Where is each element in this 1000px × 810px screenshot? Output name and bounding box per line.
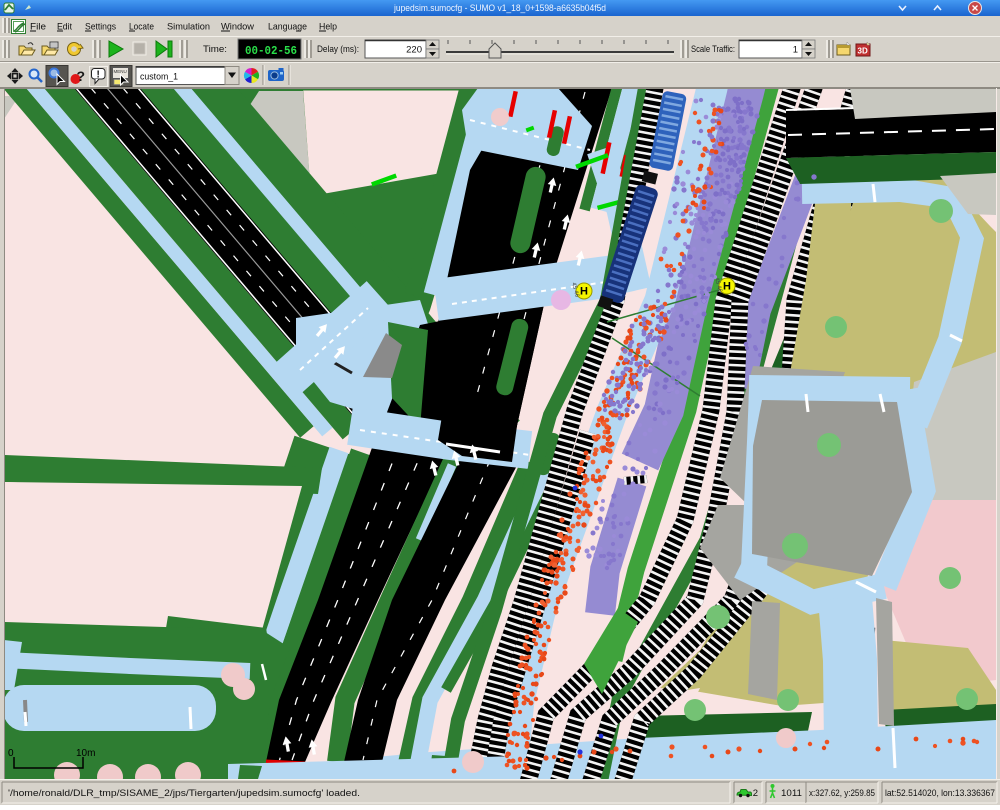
svg-text:H: H: [723, 281, 731, 293]
svg-text:00-02-56: 00-02-56: [245, 44, 297, 58]
svg-text:?: ?: [77, 68, 86, 84]
svg-text:2: 2: [753, 788, 758, 799]
svg-text:1011: 1011: [781, 788, 802, 799]
svg-text:1: 1: [793, 45, 798, 56]
svg-text:H: H: [580, 286, 588, 298]
svg-text:!: !: [97, 70, 100, 81]
svg-text:220: 220: [406, 45, 422, 56]
svg-text:Language: Language: [268, 22, 307, 33]
svg-text:lat:52.514020, lon:13.336367: lat:52.514020, lon:13.336367: [885, 788, 995, 799]
svg-text:MENU: MENU: [114, 69, 127, 74]
svg-text:0: 0: [8, 748, 14, 759]
svg-text:Time:: Time:: [203, 44, 227, 55]
svg-text:3D: 3D: [858, 47, 868, 56]
svg-text:10m: 10m: [76, 748, 95, 759]
svg-text:custom_1: custom_1: [140, 72, 178, 83]
svg-text:jupedsim.sumocfg - SUMO v1_18_: jupedsim.sumocfg - SUMO v1_18_0+1598-a66…: [393, 3, 606, 13]
svg-text:Simulation: Simulation: [167, 22, 210, 33]
svg-text:x:327.62, y:259.85: x:327.62, y:259.85: [809, 788, 875, 799]
svg-text:'/home/ronald/DLR_tmp/SISAME_2: '/home/ronald/DLR_tmp/SISAME_2/jps/Tierg…: [8, 788, 360, 799]
svg-text:Delay (ms):: Delay (ms):: [317, 44, 359, 55]
svg-text:Scale Traffic:: Scale Traffic:: [691, 44, 735, 55]
